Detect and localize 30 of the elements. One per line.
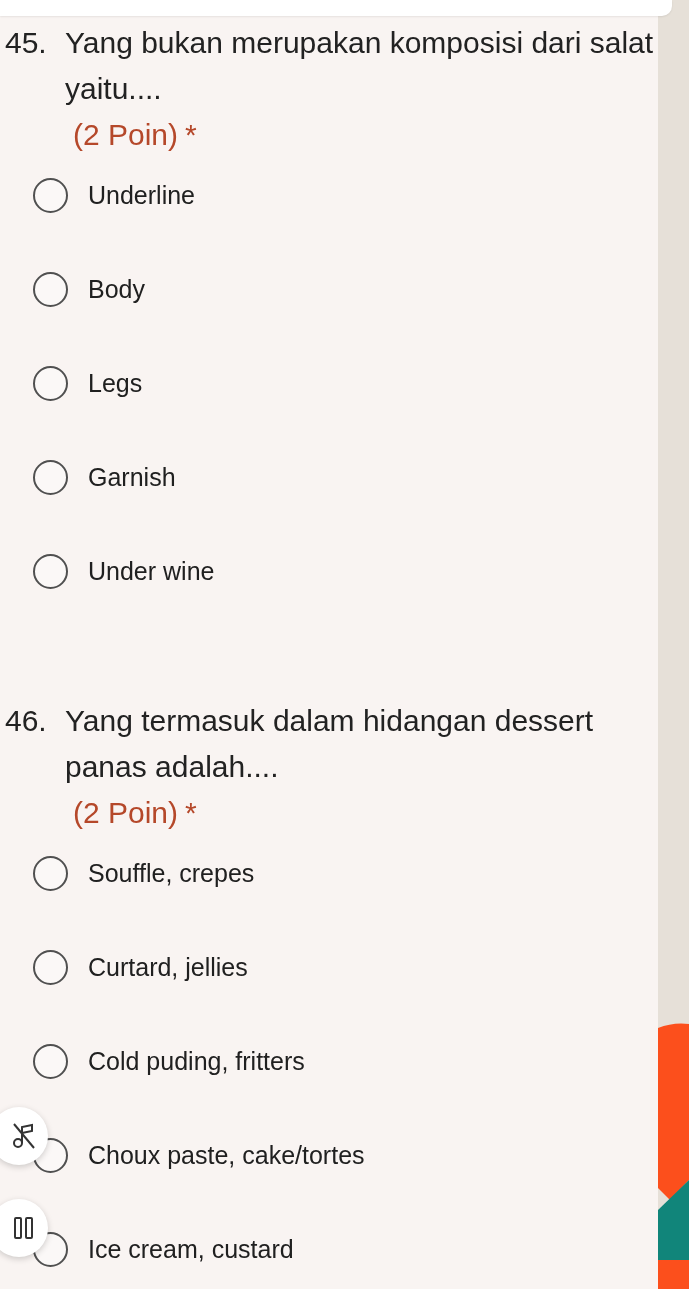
radio-button[interactable] bbox=[33, 459, 68, 495]
pause-button[interactable] bbox=[0, 1199, 48, 1257]
question-text: Yang termasuk dalam hidangan dessert panas adalah.... bbox=[65, 704, 594, 783]
radio-button[interactable] bbox=[33, 177, 68, 213]
radio-button[interactable] bbox=[33, 365, 68, 401]
option-label[interactable]: Choux paste, cake/tortes bbox=[88, 1140, 365, 1170]
muted-note-icon bbox=[12, 1122, 36, 1150]
option-label[interactable]: Under wine bbox=[88, 556, 215, 586]
option-label[interactable]: Body bbox=[88, 274, 145, 304]
radio-button[interactable] bbox=[33, 1043, 68, 1079]
mute-button[interactable] bbox=[0, 1107, 48, 1165]
option-label[interactable]: Garnish bbox=[88, 462, 176, 492]
option-label[interactable]: Underline bbox=[88, 180, 195, 210]
question-number: 45. bbox=[5, 25, 48, 61]
question-number: 46. bbox=[5, 703, 48, 739]
option-label[interactable]: Curtard, jellies bbox=[88, 952, 248, 982]
option-label[interactable]: Ice cream, custard bbox=[88, 1234, 294, 1264]
required-marker: * bbox=[185, 118, 197, 151]
pause-icon bbox=[13, 1216, 35, 1240]
radio-button[interactable] bbox=[33, 855, 68, 891]
required-marker: * bbox=[185, 796, 197, 829]
radio-button[interactable] bbox=[33, 949, 68, 985]
radio-button[interactable] bbox=[33, 271, 68, 307]
points-label: (2 Poin) bbox=[73, 118, 179, 151]
question-text: Yang bukan merupakan komposisi dari salat yaitu.... bbox=[65, 26, 654, 105]
option-label[interactable]: Souffle, crepes bbox=[88, 858, 255, 888]
option-label[interactable]: Legs bbox=[88, 368, 143, 398]
option-label[interactable]: Cold puding, fritters bbox=[88, 1046, 305, 1076]
points-label: (2 Poin) bbox=[73, 796, 179, 829]
radio-button[interactable] bbox=[33, 553, 68, 589]
